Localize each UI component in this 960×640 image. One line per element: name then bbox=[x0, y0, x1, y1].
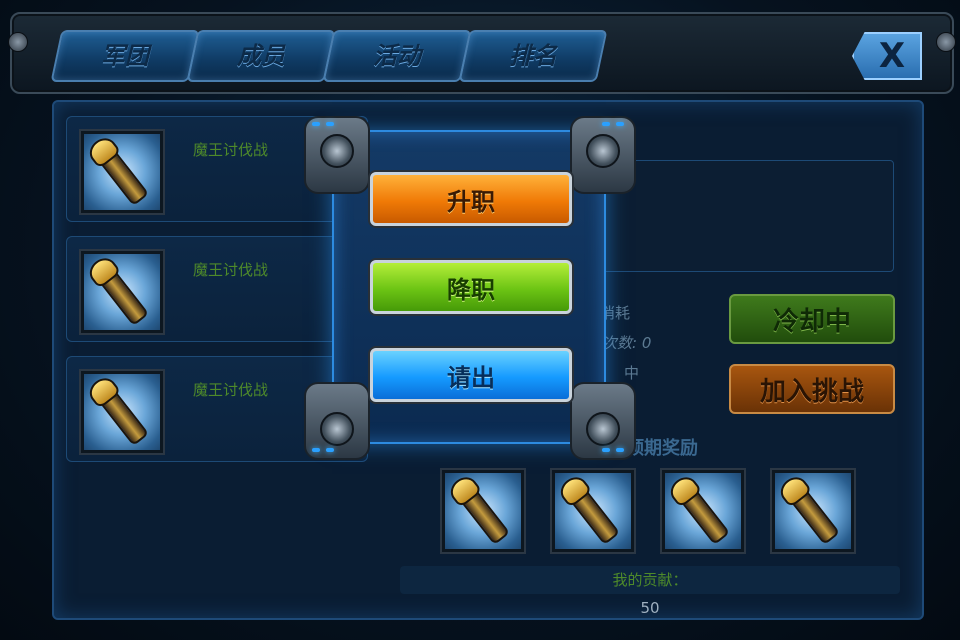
contribution-value: 50 bbox=[640, 599, 660, 617]
tab-activities-label: 活动 bbox=[373, 42, 421, 70]
status-text: 中 bbox=[624, 364, 640, 382]
cooldown-button[interactable]: 冷却中 bbox=[729, 294, 895, 344]
list-item[interactable]: 魔王讨伐战 bbox=[66, 236, 368, 342]
join-challenge-button[interactable]: 加入挑战 bbox=[729, 364, 895, 414]
demote-button[interactable]: 降职 bbox=[370, 260, 572, 314]
list-item-name: 魔王讨伐战 bbox=[193, 141, 269, 159]
contribution-bar: 我的贡献： 50 bbox=[400, 566, 900, 617]
frame-corner-decoration bbox=[570, 116, 636, 194]
frame-corner-decoration bbox=[304, 382, 370, 460]
tab-members-label: 成员 bbox=[237, 42, 285, 70]
scepter-icon bbox=[79, 369, 165, 455]
reward-title: 预期奖励 bbox=[626, 438, 698, 459]
contribution-label: 我的贡献： bbox=[612, 571, 688, 589]
close-icon: X bbox=[878, 36, 906, 76]
kick-button[interactable]: 请出 bbox=[370, 348, 572, 402]
tab-legion[interactable]: 军团 bbox=[50, 30, 200, 82]
scepter-icon bbox=[79, 129, 165, 215]
reward-scepter-icon[interactable] bbox=[660, 468, 746, 554]
scepter-icon bbox=[79, 249, 165, 335]
close-button[interactable]: X bbox=[852, 32, 922, 80]
reward-scepter-icon[interactable] bbox=[440, 468, 526, 554]
list-item-name: 魔王讨伐战 bbox=[193, 381, 269, 399]
bolt-decoration bbox=[8, 32, 28, 52]
list-item-name: 魔王讨伐战 bbox=[193, 261, 269, 279]
frame-corner-decoration bbox=[570, 382, 636, 460]
tab-members[interactable]: 成员 bbox=[186, 30, 336, 82]
bolt-decoration bbox=[936, 32, 956, 52]
top-tab-bar: 军团 成员 活动 排名 X bbox=[8, 12, 956, 94]
tab-legion-label: 军团 bbox=[101, 42, 149, 70]
tab-activities[interactable]: 活动 bbox=[322, 30, 472, 82]
reward-scepter-icon[interactable] bbox=[770, 468, 856, 554]
tab-ranking-label: 排名 bbox=[509, 42, 557, 70]
count-text: 次数: 0 bbox=[602, 334, 652, 352]
promote-button[interactable]: 升职 bbox=[370, 172, 572, 226]
reward-scepter-icon[interactable] bbox=[550, 468, 636, 554]
tab-ranking[interactable]: 排名 bbox=[458, 30, 608, 82]
frame-corner-decoration bbox=[304, 116, 370, 194]
